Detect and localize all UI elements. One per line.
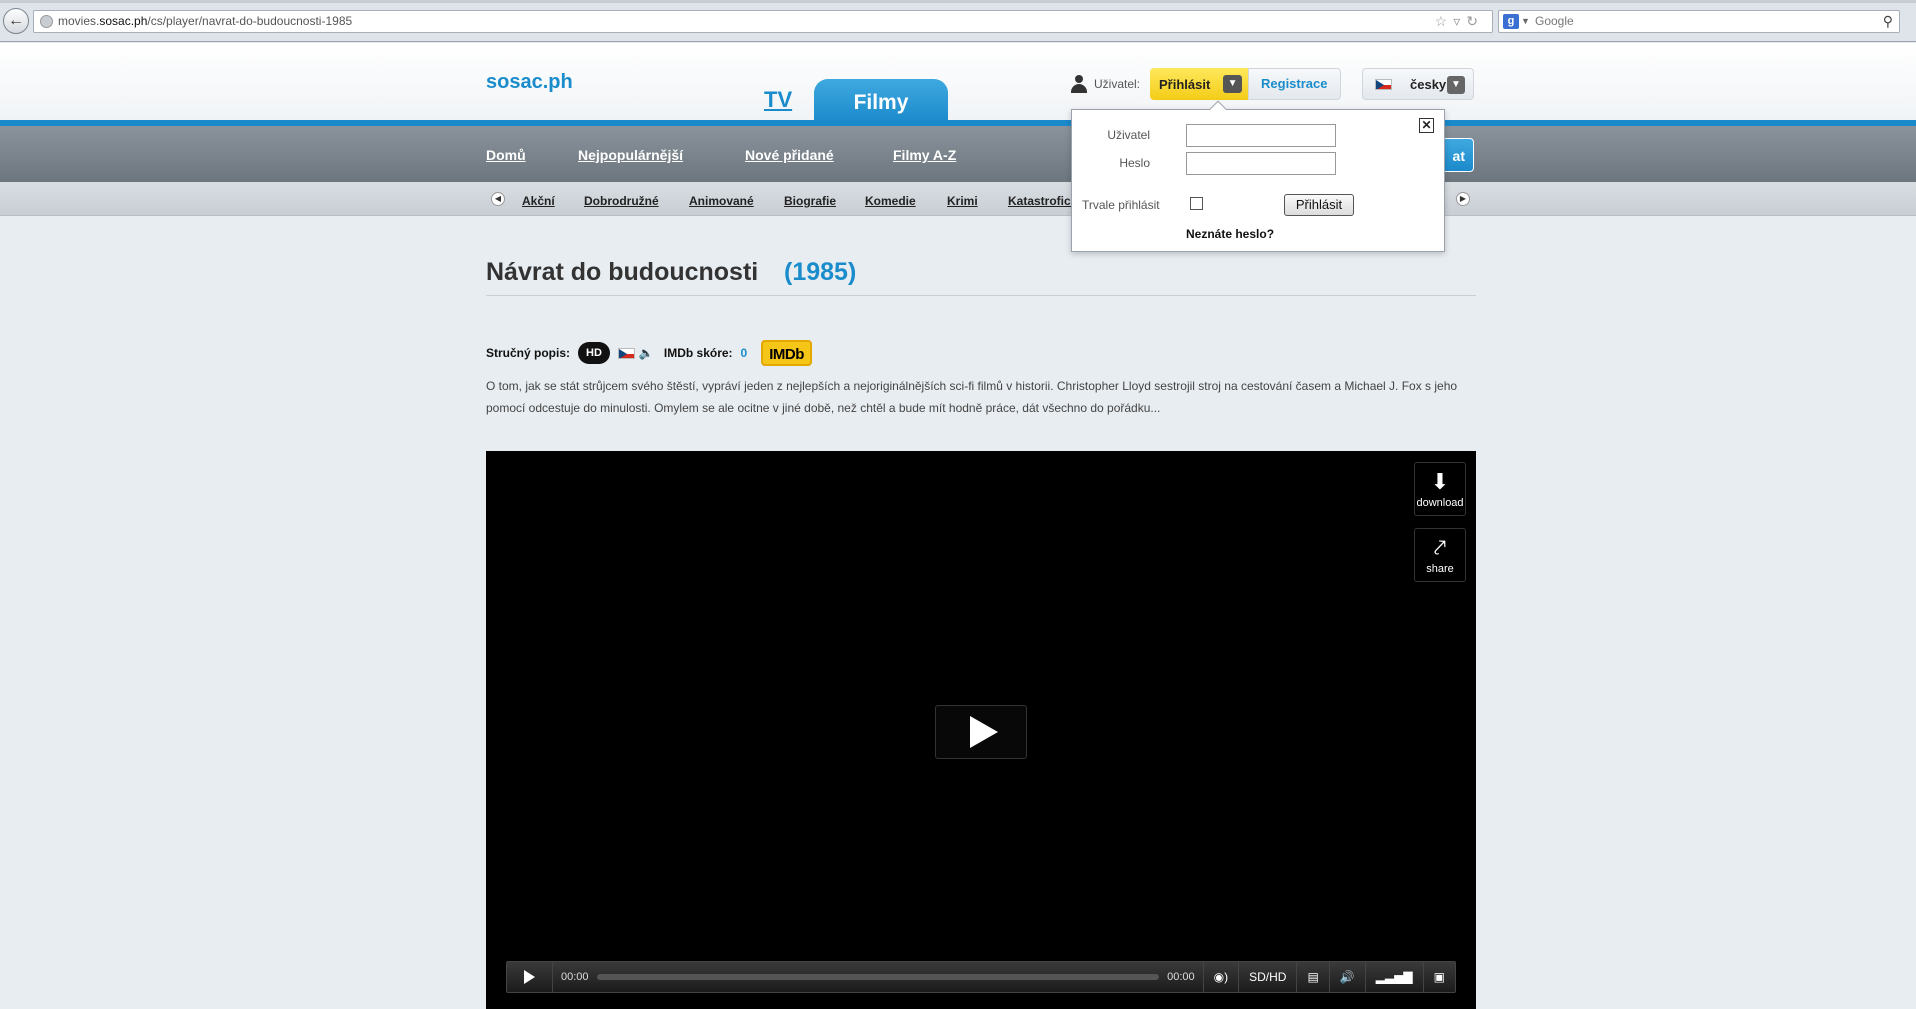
video-player[interactable]: ⬇ download ⤤ share 00:00 00:00 ◉) SD/HD … [486, 451, 1476, 1009]
site-header: sosac.ph TV Filmy [0, 43, 1916, 123]
genre-prev-icon[interactable]: ◀ [491, 192, 505, 206]
register-button[interactable]: Registrace [1248, 68, 1341, 100]
username-label: Uživatel [1107, 128, 1150, 142]
url-prefix: movies. [58, 14, 100, 28]
engine-dropdown-icon[interactable]: ▼ [1521, 11, 1530, 32]
imdb-label: IMDb skóre: [663, 346, 733, 360]
chevron-down-icon[interactable]: ▼ [1223, 75, 1243, 93]
play-icon [970, 716, 998, 748]
czech-audio-icon: 🔈 [617, 346, 654, 360]
share-button[interactable]: ⤤ share [1414, 528, 1466, 582]
player-controls: 00:00 00:00 ◉) SD/HD ▤ 🔊 ▂▃▅▇ ▣ [506, 961, 1456, 993]
search-icon[interactable]: ⚲ [1883, 11, 1893, 32]
progress-bar[interactable] [596, 974, 1160, 980]
username-input[interactable] [1186, 124, 1336, 147]
imdb-score: 0 [740, 346, 748, 360]
total-time: 00:00 [1167, 971, 1195, 983]
tab-tv[interactable]: TV [764, 87, 792, 113]
user-area: Uživatel: Přihlásit ▼ Registrace [1070, 68, 1341, 100]
nav-home[interactable]: Domů [486, 147, 526, 163]
main-nav: Domů Nejpopulárnější Nové přidané Filmy … [0, 126, 1916, 182]
czech-flag-icon [1375, 78, 1392, 90]
user-label: Uživatel: [1094, 77, 1141, 91]
search-bar[interactable]: g ▼ Google ⚲ [1498, 10, 1900, 33]
share-label: share [1426, 563, 1454, 575]
download-button[interactable]: ⬇ download [1414, 462, 1466, 516]
address-bar[interactable]: movies.sosac.ph/cs/player/navrat-do-budo… [33, 10, 1493, 33]
login-button-label: Přihlásit [1159, 76, 1211, 92]
fullscreen-icon[interactable]: ▣ [1422, 962, 1455, 992]
download-icon: ⬇ [1430, 469, 1450, 494]
title-divider [486, 295, 1476, 296]
hd-badge: HD [578, 342, 610, 364]
current-time: 00:00 [561, 971, 589, 983]
play-icon [524, 970, 535, 984]
nav-new[interactable]: Nové přidané [745, 147, 834, 163]
genre-item[interactable]: Krimi [947, 194, 978, 208]
quality-toggle[interactable]: SD/HD [1238, 962, 1296, 992]
tab-filmy[interactable]: Filmy [814, 79, 948, 123]
genre-item[interactable]: Komedie [865, 194, 916, 208]
subtitles-icon[interactable]: ▤ [1296, 962, 1328, 992]
genre-item[interactable]: Biografie [784, 194, 836, 208]
volume-level-icon[interactable]: ▂▃▅▇ [1364, 962, 1423, 992]
url-actions: ☆▿↻ [1435, 11, 1484, 32]
google-engine-icon[interactable]: g [1503, 14, 1519, 29]
password-label: Heslo [1119, 156, 1150, 170]
url-host: sosac.ph [99, 14, 148, 28]
movie-title: Návrat do budoucnosti [486, 258, 759, 286]
tab-strip [0, 0, 1916, 3]
close-icon[interactable]: ✕ [1419, 118, 1434, 133]
site-logo[interactable]: sosac.ph [486, 71, 573, 94]
genre-next-icon[interactable]: ▶ [1456, 192, 1470, 206]
url-path: /cs/player/navrat-do-budoucnosti-1985 [147, 14, 353, 28]
speaker-icon: 🔈 [638, 346, 654, 360]
language-select[interactable]: česky ▼ [1362, 68, 1474, 100]
short-desc-label: Stručný popis: [486, 346, 571, 360]
genre-item[interactable]: Dobrodružné [584, 194, 659, 208]
bookmark-star-icon[interactable]: ☆ [1435, 13, 1454, 29]
movie-description: O tom, jak se stát strůjcem svého štěstí… [486, 379, 1458, 415]
imdb-logo[interactable]: IMDb [761, 340, 812, 366]
play-button[interactable] [507, 962, 553, 992]
back-button[interactable]: ← [3, 8, 29, 34]
audio-track-icon[interactable]: ◉) [1202, 962, 1238, 992]
remember-label: Trvale přihlásit [1082, 198, 1160, 212]
chevron-down-icon[interactable]: ▼ [1447, 76, 1465, 94]
movie-year: (1985) [784, 258, 857, 286]
login-button[interactable]: Přihlásit ▼ [1150, 68, 1249, 100]
genre-item[interactable]: Animované [689, 194, 754, 208]
history-dropdown-icon[interactable]: ▿ [1453, 13, 1466, 29]
nav-films-az[interactable]: Filmy A-Z [893, 147, 956, 163]
reload-icon[interactable]: ↻ [1466, 13, 1484, 29]
search-placeholder: Google [1535, 14, 1574, 28]
volume-icon[interactable]: 🔊 [1328, 962, 1365, 992]
login-popup: ✕ Uživatel Heslo Trvale přihlásit Přihlá… [1071, 100, 1445, 252]
site-identity-icon[interactable] [40, 15, 53, 28]
login-submit-button[interactable]: Přihlásit [1284, 194, 1354, 216]
genre-bar: ◀ Akční Dobrodružné Animované Biografie … [0, 182, 1916, 216]
big-play-button[interactable] [935, 705, 1027, 759]
browser-toolbar: ← movies.sosac.ph/cs/player/navrat-do-bu… [0, 0, 1916, 42]
forgot-password-link[interactable]: Neznáte heslo? [1186, 227, 1274, 241]
remember-checkbox[interactable] [1190, 197, 1203, 210]
language-label: česky [1410, 76, 1447, 92]
share-icon: ⤤ [1433, 535, 1447, 560]
movie-title-row: Návrat do budoucnosti (1985) [486, 258, 856, 287]
user-icon [1070, 75, 1088, 93]
genre-item[interactable]: Akční [522, 194, 555, 208]
back-arrow-icon: ← [8, 12, 24, 29]
genre-item[interactable]: Katastrofick [1008, 194, 1077, 208]
nav-popular[interactable]: Nejpopulárnější [578, 147, 683, 163]
download-label: download [1416, 497, 1464, 509]
password-input[interactable] [1186, 152, 1336, 175]
movie-info-row: Stručný popis: HD 🔈 IMDb skóre: 0 IMDb [486, 340, 812, 366]
czech-flag-icon [617, 347, 635, 359]
